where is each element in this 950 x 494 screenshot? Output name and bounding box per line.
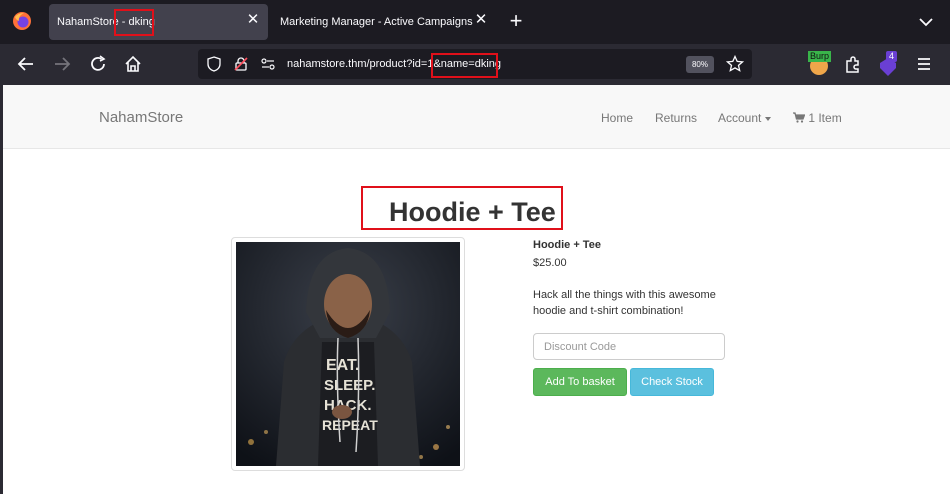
shield-icon[interactable] xyxy=(206,56,222,72)
url-text[interactable]: nahamstore.thm/product?id=1&name=dking xyxy=(287,58,501,70)
extensions-puzzle-icon[interactable] xyxy=(843,54,863,74)
tab-marketing-manager[interactable]: Marketing Manager - Active Campaigns ✕ xyxy=(272,4,496,40)
add-to-basket-button[interactable]: Add To basket xyxy=(533,368,627,396)
close-icon[interactable]: ✕ xyxy=(474,12,488,27)
counter-badge: 4 xyxy=(886,51,898,62)
nav-home[interactable]: Home xyxy=(601,111,633,125)
check-stock-button[interactable]: Check Stock xyxy=(630,368,714,396)
product-name: Hoodie + Tee xyxy=(533,239,601,251)
new-tab-plus-icon[interactable]: + xyxy=(506,10,526,32)
nav-account[interactable]: Account xyxy=(718,111,772,125)
zoom-level-badge[interactable]: 80% xyxy=(686,56,714,73)
bookmark-star-icon[interactable] xyxy=(726,55,744,73)
forward-arrow-icon[interactable] xyxy=(52,54,72,74)
hoodie-photo: EAT. SLEEP. HACK. REPEAT xyxy=(236,242,460,466)
nav-returns[interactable]: Returns xyxy=(655,111,697,125)
tab-title: Marketing Manager - Active Campaigns xyxy=(280,16,473,28)
home-icon[interactable] xyxy=(123,54,143,74)
back-arrow-icon[interactable] xyxy=(16,54,36,74)
product-price: $25.00 xyxy=(533,257,567,269)
insecure-lock-icon[interactable] xyxy=(233,56,249,72)
shopping-cart-icon xyxy=(793,112,806,123)
discount-code-input[interactable] xyxy=(533,333,725,360)
firefox-icon[interactable] xyxy=(12,11,32,31)
shirt-line-1: EAT. xyxy=(326,357,359,374)
tab-title: NahamStore - dking xyxy=(57,16,155,28)
burp-badge: Burp xyxy=(808,51,832,62)
close-icon[interactable]: ✕ xyxy=(246,12,260,27)
product-image: EAT. SLEEP. HACK. REPEAT xyxy=(231,237,465,471)
nav-account-label: Account xyxy=(718,111,762,125)
caret-down-icon xyxy=(765,116,772,121)
browser-toolbar: nahamstore.thm/product?id=1&name=dking 8… xyxy=(0,44,950,85)
product-heading: Hoodie + Tee xyxy=(389,197,556,227)
tab-nahamstore[interactable]: NahamStore - dking ✕ xyxy=(49,4,268,40)
shirt-line-2: SLEEP. xyxy=(324,377,375,394)
site-permissions-icon[interactable] xyxy=(260,56,276,72)
web-page: NahamStore Home Returns Account 1 Item H… xyxy=(0,85,950,494)
chevron-down-icon[interactable] xyxy=(916,12,936,32)
shirt-line-4: REPEAT xyxy=(322,417,378,433)
reload-icon[interactable] xyxy=(88,54,108,74)
site-brand[interactable]: NahamStore xyxy=(99,109,183,126)
address-bar[interactable]: nahamstore.thm/product?id=1&name=dking 8… xyxy=(198,49,752,79)
site-navbar: NahamStore Home Returns Account 1 Item xyxy=(3,85,950,149)
basket-count: 1 Item xyxy=(808,111,842,125)
browser-tab-strip: NahamStore - dking ✕ Marketing Manager -… xyxy=(0,0,950,44)
burp-extension-icon[interactable]: Burp xyxy=(808,51,832,75)
menu-icon[interactable] xyxy=(914,54,934,74)
extension-counter[interactable]: 4 xyxy=(878,51,902,77)
nav-basket[interactable]: 1 Item xyxy=(793,111,842,125)
product-description: Hack all the things with this awesome ho… xyxy=(533,289,716,317)
